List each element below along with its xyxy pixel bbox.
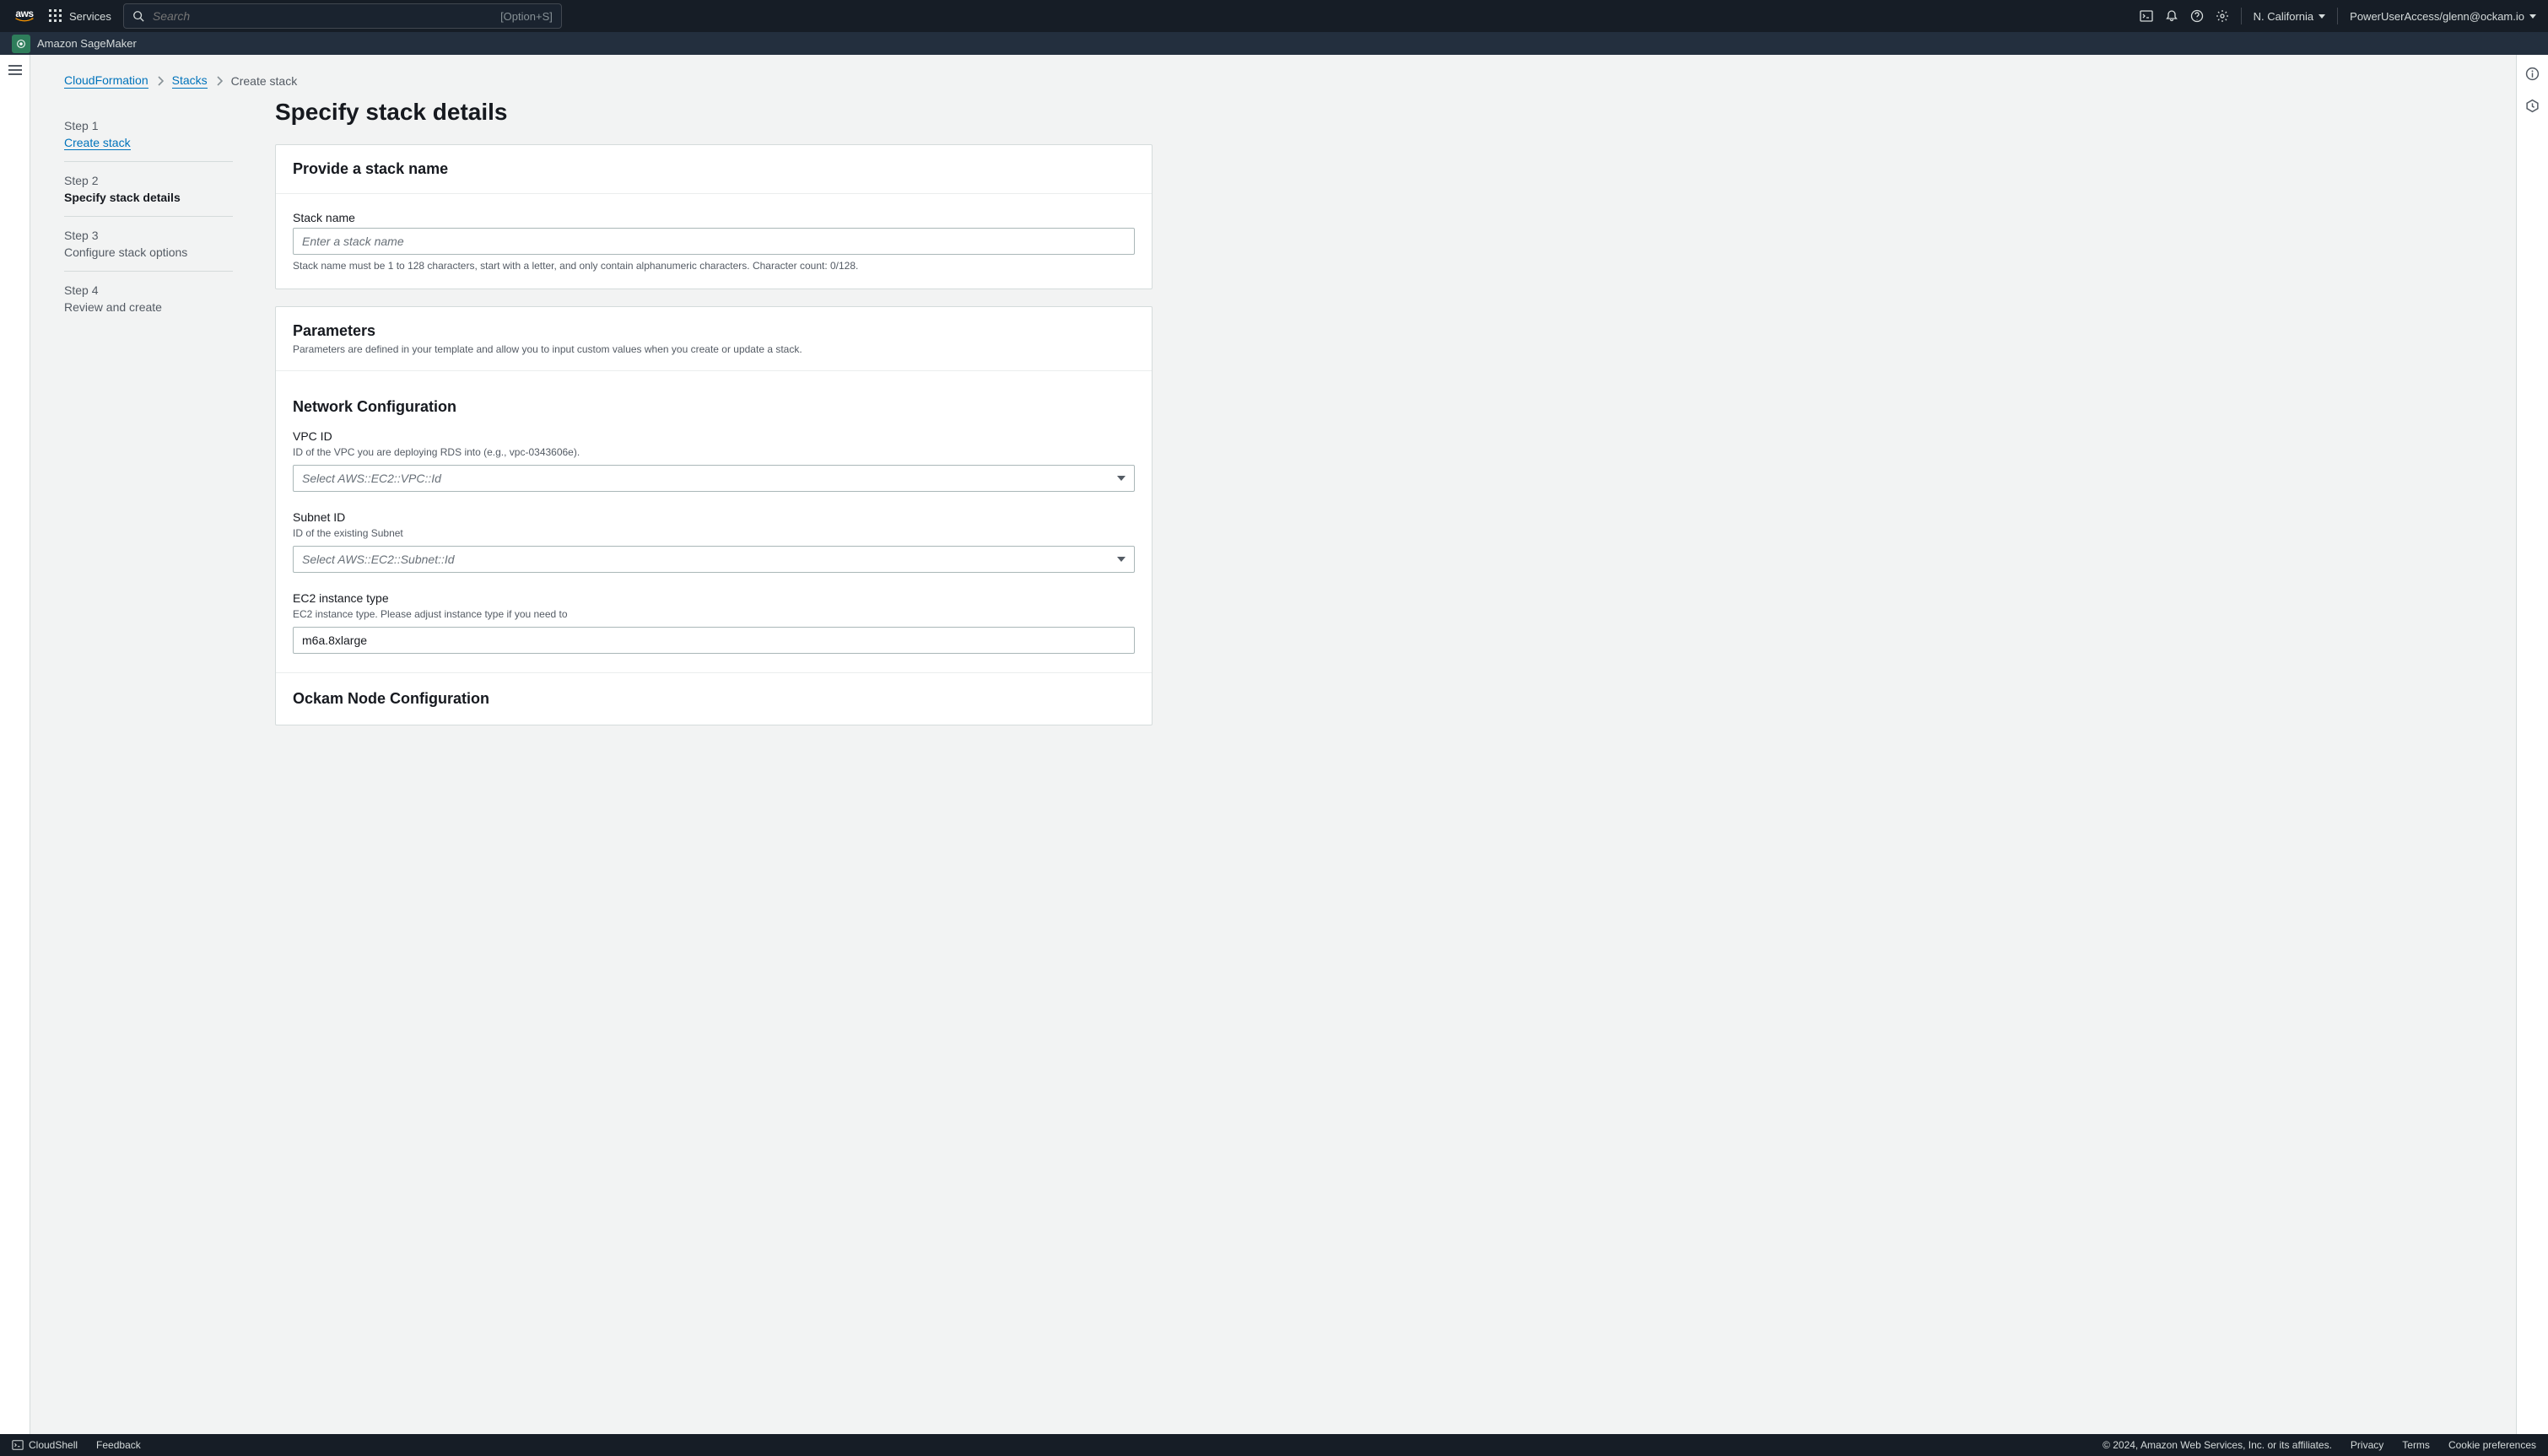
wizard-step-3: Step 3 Configure stack options bbox=[64, 217, 233, 272]
step-title: Create stack bbox=[64, 136, 233, 149]
section-ockam-config: Ockam Node Configuration bbox=[293, 690, 1135, 708]
region-selector[interactable]: N. California bbox=[2254, 10, 2326, 23]
wizard-step-1[interactable]: Step 1 Create stack bbox=[64, 107, 233, 162]
chevron-right-icon bbox=[157, 76, 164, 86]
breadcrumbs: CloudFormation Stacks Create stack bbox=[64, 73, 2465, 89]
section-network-config: Network Configuration bbox=[293, 398, 1135, 416]
step-number: Step 3 bbox=[64, 229, 233, 242]
cookie-prefs-link[interactable]: Cookie preferences bbox=[2448, 1439, 2536, 1451]
step-number: Step 2 bbox=[64, 174, 233, 187]
step-number: Step 1 bbox=[64, 119, 233, 132]
vpc-label: VPC ID bbox=[293, 429, 1135, 443]
ec2-hint: EC2 instance type. Please adjust instanc… bbox=[293, 608, 1135, 620]
ec2-instance-type-input[interactable] bbox=[293, 627, 1135, 654]
caret-down-icon bbox=[1117, 557, 1126, 562]
service-bar: Amazon SageMaker bbox=[0, 32, 2548, 55]
wizard-step-2: Step 2 Specify stack details bbox=[64, 162, 233, 217]
form-column: Specify stack details Provide a stack na… bbox=[275, 104, 1153, 742]
stack-name-label: Stack name bbox=[293, 211, 1135, 224]
subnet-field: Subnet ID ID of the existing Subnet Sele… bbox=[293, 510, 1135, 573]
clock-icon[interactable] bbox=[2525, 99, 2540, 116]
settings-icon[interactable] bbox=[2216, 9, 2229, 23]
subnet-label: Subnet ID bbox=[293, 510, 1135, 524]
cloudshell-button[interactable]: CloudShell bbox=[12, 1439, 78, 1451]
chevron-right-icon bbox=[216, 76, 223, 86]
copyright: © 2024, Amazon Web Services, Inc. or its… bbox=[2103, 1439, 2332, 1451]
aws-top-nav: aws Services [Option+S] N. California Po… bbox=[0, 0, 2548, 32]
caret-down-icon bbox=[2529, 14, 2536, 19]
privacy-link[interactable]: Privacy bbox=[2351, 1439, 2383, 1451]
step-title: Review and create bbox=[64, 300, 233, 314]
step-title: Configure stack options bbox=[64, 245, 233, 259]
search-input[interactable] bbox=[153, 9, 492, 23]
page-title: Specify stack details bbox=[275, 99, 1153, 126]
cloudshell-label: CloudShell bbox=[29, 1439, 78, 1451]
caret-down-icon bbox=[2319, 14, 2325, 19]
subnet-hint: ID of the existing Subnet bbox=[293, 527, 1135, 539]
stack-name-hint: Stack name must be 1 to 128 characters, … bbox=[293, 260, 1135, 272]
nav-toggle[interactable] bbox=[8, 65, 22, 1434]
parameters-panel: Parameters Parameters are defined in you… bbox=[275, 306, 1153, 725]
ec2-label: EC2 instance type bbox=[293, 591, 1135, 605]
panel-description: Parameters are defined in your template … bbox=[293, 343, 1135, 355]
panel-heading: Parameters bbox=[293, 322, 1135, 340]
terms-link[interactable]: Terms bbox=[2402, 1439, 2430, 1451]
right-rail bbox=[2516, 55, 2548, 1434]
vpc-select[interactable]: Select AWS::EC2::VPC::Id bbox=[293, 465, 1135, 492]
divider bbox=[2241, 8, 2242, 24]
stack-name-input[interactable] bbox=[293, 228, 1135, 255]
region-name: N. California bbox=[2254, 10, 2314, 23]
content-area: CloudFormation Stacks Create stack Step … bbox=[30, 55, 2516, 1434]
breadcrumb-link[interactable]: CloudFormation bbox=[64, 73, 148, 89]
services-menu[interactable]: Services bbox=[49, 9, 111, 23]
vpc-placeholder: Select AWS::EC2::VPC::Id bbox=[302, 472, 441, 485]
caret-down-icon bbox=[1117, 476, 1126, 481]
feedback-link[interactable]: Feedback bbox=[96, 1439, 141, 1451]
help-icon[interactable] bbox=[2190, 9, 2204, 23]
services-label: Services bbox=[69, 10, 111, 23]
panel-heading: Provide a stack name bbox=[293, 160, 1135, 178]
user-name: PowerUserAccess/glenn@ockam.io bbox=[2350, 10, 2524, 23]
search-icon bbox=[132, 10, 144, 22]
sagemaker-icon bbox=[12, 35, 30, 53]
section-divider bbox=[276, 672, 1152, 673]
subnet-select[interactable]: Select AWS::EC2::Subnet::Id bbox=[293, 546, 1135, 573]
step-title: Specify stack details bbox=[64, 191, 233, 204]
stack-name-panel: Provide a stack name Stack name Stack na… bbox=[275, 144, 1153, 289]
services-grid-icon bbox=[49, 9, 62, 23]
search-shortcut: [Option+S] bbox=[500, 10, 553, 23]
divider bbox=[2337, 8, 2338, 24]
step-number: Step 4 bbox=[64, 283, 233, 297]
breadcrumb-current: Create stack bbox=[231, 74, 298, 88]
service-name[interactable]: Amazon SageMaker bbox=[37, 37, 137, 50]
ec2-field: EC2 instance type EC2 instance type. Ple… bbox=[293, 591, 1135, 654]
cloudshell-icon[interactable] bbox=[2140, 9, 2153, 23]
vpc-hint: ID of the VPC you are deploying RDS into… bbox=[293, 446, 1135, 458]
wizard-step-4: Step 4 Review and create bbox=[64, 272, 233, 326]
console-footer: CloudShell Feedback © 2024, Amazon Web S… bbox=[0, 1434, 2548, 1456]
left-rail bbox=[0, 55, 30, 1434]
wizard-nav: Step 1 Create stack Step 2 Specify stack… bbox=[64, 104, 233, 326]
notifications-icon[interactable] bbox=[2165, 9, 2178, 23]
subnet-placeholder: Select AWS::EC2::Subnet::Id bbox=[302, 553, 455, 566]
info-icon[interactable] bbox=[2525, 67, 2540, 84]
global-search[interactable]: [Option+S] bbox=[123, 3, 562, 29]
cloudshell-icon bbox=[12, 1439, 24, 1451]
aws-logo[interactable]: aws bbox=[12, 8, 37, 24]
breadcrumb-link[interactable]: Stacks bbox=[172, 73, 208, 89]
account-menu[interactable]: PowerUserAccess/glenn@ockam.io bbox=[2350, 10, 2536, 23]
vpc-field: VPC ID ID of the VPC you are deploying R… bbox=[293, 429, 1135, 492]
